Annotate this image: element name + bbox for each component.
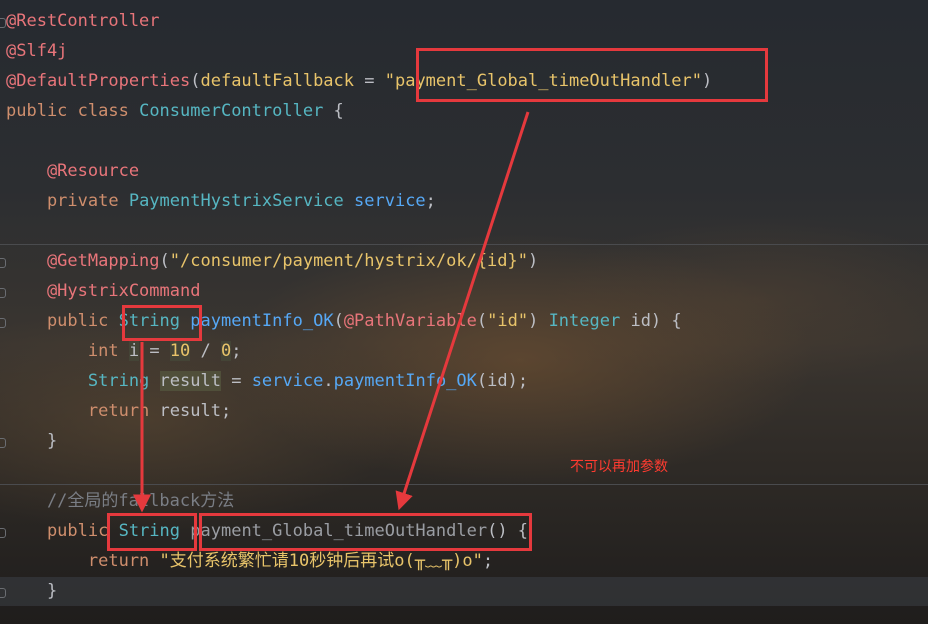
arrow-to-fallback-method [395,111,530,511]
annotation-note: 不可以再加参数 [570,459,668,475]
code-editor[interactable]: @RestController @Slf4j @DefaultProperties(… [0,0,928,624]
annotation-arrows [133,111,530,513]
